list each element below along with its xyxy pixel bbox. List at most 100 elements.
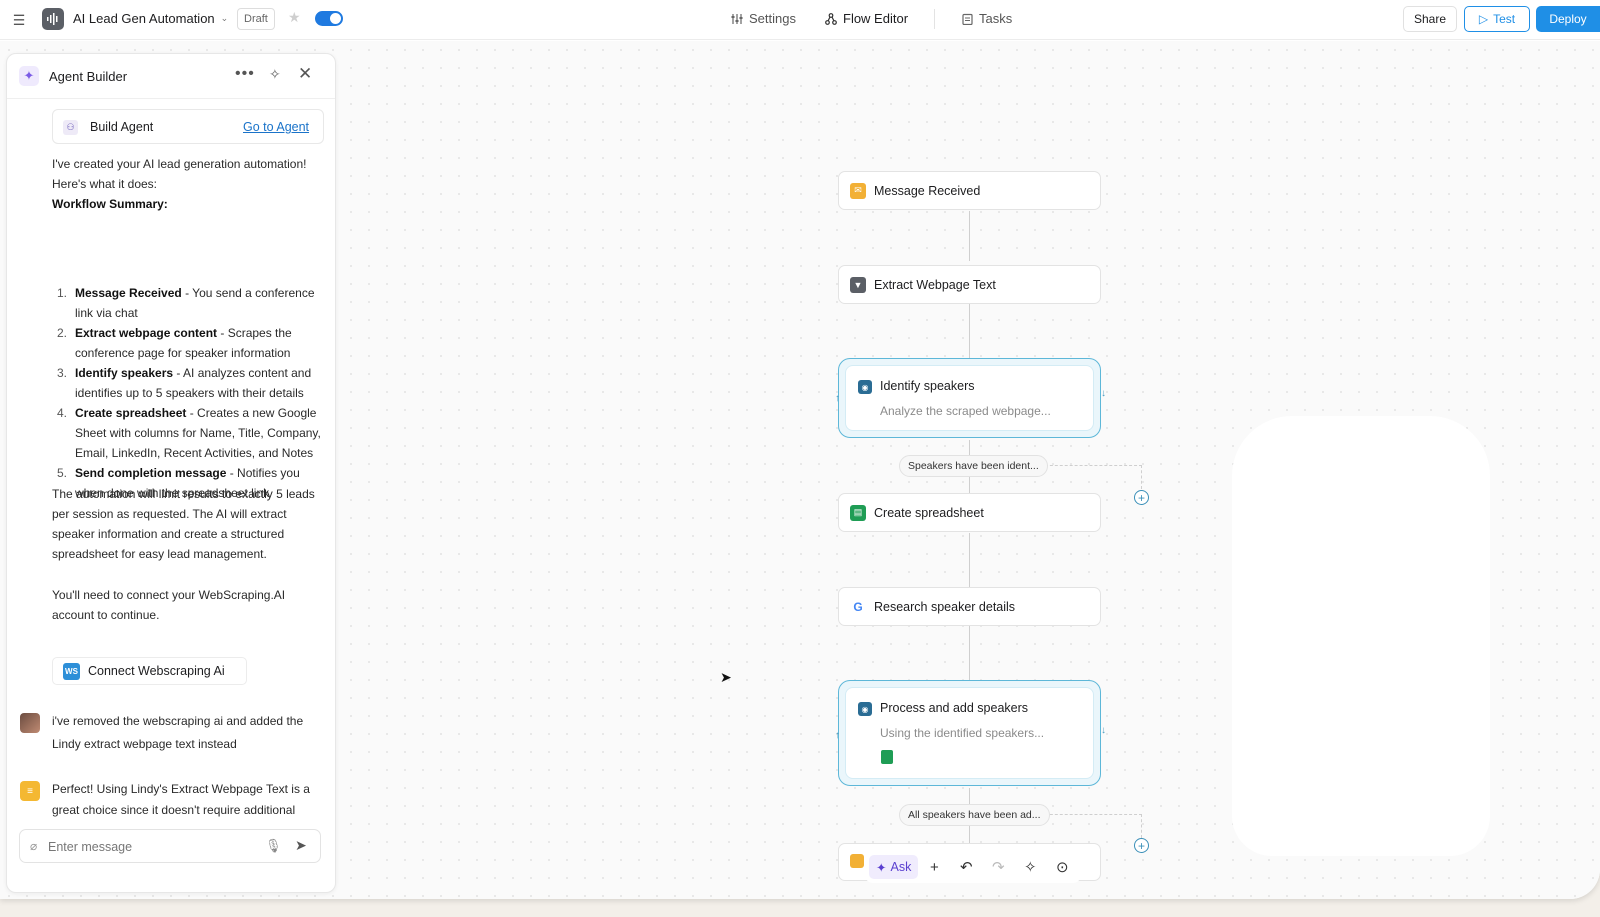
node-label: Process and add speakers xyxy=(880,701,1029,715)
webscraping-logo-icon: WS xyxy=(63,662,80,680)
node-create-spreadsheet[interactable]: ▤ Create spreadsheet xyxy=(838,493,1101,532)
deploy-button[interactable]: Deploy xyxy=(1536,6,1600,32)
message-input-bar: ⌀ 🎙 ➤ xyxy=(19,829,321,863)
google-icon: G xyxy=(850,598,866,615)
assistant-message: Perfect! Using Lindy's Extract Webpage T… xyxy=(52,782,310,817)
go-to-agent-link[interactable]: Go to Agent xyxy=(243,120,309,134)
connect-button-label: Connect Webscraping Ai xyxy=(88,664,225,678)
more-options-icon[interactable]: ••• xyxy=(235,65,255,83)
node-label: Message Received xyxy=(874,183,981,198)
chat-trigger-icon: ✉ xyxy=(850,182,866,199)
list-item: 4. Create spreadsheet - Creates a new Goo… xyxy=(57,406,321,460)
app-title-dropdown[interactable]: AI Lead Gen Automation ⌄ xyxy=(73,11,228,26)
share-button[interactable]: Share xyxy=(1403,6,1458,32)
closing-paragraph: The automation will limit results to exa… xyxy=(52,487,315,561)
node-label: Create spreadsheet xyxy=(874,505,984,520)
star-icon[interactable]: ★ xyxy=(288,9,301,26)
condition-pill[interactable]: Speakers have been ident... xyxy=(899,455,1048,477)
test-button-label: Test xyxy=(1493,12,1516,26)
user-avatar xyxy=(20,713,40,733)
auto-layout-icon[interactable]: ✧ xyxy=(1014,855,1046,879)
ai-agent-icon: ◉ xyxy=(858,702,872,716)
ask-button[interactable]: ✦ Ask xyxy=(869,855,919,879)
loop-arrow-up-icon: ↑ xyxy=(835,730,840,741)
node-identify-speakers[interactable]: ◉ Identify speakers Analyze the scraped … xyxy=(838,358,1101,438)
clear-chat-icon[interactable]: ✧ xyxy=(269,66,281,83)
intro-line: Here's what it does: xyxy=(52,177,158,191)
branch-connector xyxy=(1035,814,1142,838)
list-item: 2. Extract webpage content - Scrapes the … xyxy=(57,326,292,360)
connect-note: You'll need to connect your WebScraping.… xyxy=(52,588,286,622)
agent-icon: ⚇ xyxy=(63,120,78,135)
condition-pill[interactable]: All speakers have been ad... xyxy=(899,804,1050,826)
message-input[interactable] xyxy=(48,837,248,857)
webpage-icon: ▼ xyxy=(850,276,866,293)
blank-overlay xyxy=(1232,416,1490,856)
user-message: i've removed the webscraping ai and adde… xyxy=(52,714,304,751)
sparkle-icon: ✦ xyxy=(876,860,887,875)
paperclip-icon[interactable]: ⌀ xyxy=(30,839,37,853)
sparkle-icon: ✦ xyxy=(19,66,39,86)
node-process-and-add-speakers[interactable]: ◉ Process and add speakers Using the ide… xyxy=(838,680,1101,786)
list-item: 1. Message Received - You send a conferen… xyxy=(57,286,315,320)
branch-connector xyxy=(1035,465,1142,489)
summary-heading: Workflow Summary: xyxy=(52,197,168,211)
tab-settings-label: Settings xyxy=(749,11,796,26)
fit-view-icon[interactable]: ⊙ xyxy=(1046,855,1078,879)
hamburger-menu-icon[interactable]: ☰ xyxy=(9,10,29,30)
connect-webscraping-button[interactable]: WS Connect Webscraping Ai xyxy=(52,657,247,685)
flow-icon xyxy=(825,12,837,25)
node-research-speaker-details[interactable]: G Research speaker details xyxy=(838,587,1101,626)
tab-flow-editor-label: Flow Editor xyxy=(843,11,909,26)
connector-line xyxy=(969,533,970,587)
agent-builder-panel: ✦ Agent Builder ••• ✧ ✕ ⚇ Build Agent Go… xyxy=(6,53,336,893)
close-icon[interactable]: ✕ xyxy=(298,64,312,84)
connector-line xyxy=(969,304,970,358)
app-title: AI Lead Gen Automation xyxy=(73,11,215,26)
connector-line xyxy=(969,211,970,261)
clipboard-icon xyxy=(962,13,973,25)
loop-arrow-up-icon: ↑ xyxy=(835,393,840,404)
connector-line xyxy=(969,626,970,680)
undo-icon[interactable]: ↶ xyxy=(950,855,982,879)
mouse-cursor-icon: ➤ xyxy=(720,669,732,685)
tab-settings[interactable]: Settings xyxy=(731,11,796,26)
google-sheets-icon: ▤ xyxy=(850,504,866,521)
tab-tasks-label: Tasks xyxy=(979,11,1013,26)
assistant-message-intro: I've created your AI lead generation aut… xyxy=(52,154,324,214)
microphone-icon[interactable]: 🎙 xyxy=(265,838,282,854)
active-toggle[interactable] xyxy=(315,11,343,26)
add-icon[interactable]: + xyxy=(918,855,950,879)
canvas-toolbar: ✦ Ask + ↶ ↷ ✧ ⊙ xyxy=(865,851,1081,883)
add-branch-icon[interactable]: + xyxy=(1134,838,1149,853)
workflow-steps-list: 1. Message Received - You send a conferen… xyxy=(52,283,327,503)
nav-divider xyxy=(934,9,935,29)
play-icon: ▷ xyxy=(1478,12,1489,26)
chevron-down-icon: ⌄ xyxy=(220,13,229,23)
tab-flow-editor[interactable]: Flow Editor xyxy=(825,11,908,26)
build-agent-card: ⚇ Build Agent Go to Agent xyxy=(52,109,324,144)
panel-header: ✦ Agent Builder ••• ✧ ✕ xyxy=(7,54,335,99)
app-window: ☰ AI Lead Gen Automation ⌄ Draft ★ Setti… xyxy=(0,0,1600,899)
add-branch-icon[interactable]: + xyxy=(1134,490,1149,505)
intro-line: I've created your AI lead generation aut… xyxy=(52,157,307,171)
send-icon[interactable]: ➤ xyxy=(295,837,307,854)
chat-icon xyxy=(850,854,864,868)
build-agent-label: Build Agent xyxy=(90,120,154,134)
redo-icon[interactable]: ↷ xyxy=(982,855,1014,879)
tab-tasks[interactable]: Tasks xyxy=(962,11,1012,26)
list-item: 3. Identify speakers - AI analyzes conten… xyxy=(57,366,312,400)
node-subtitle: Using the identified speakers... xyxy=(880,726,1045,740)
test-button[interactable]: ▷ Test xyxy=(1464,6,1530,32)
node-label: Research speaker details xyxy=(874,599,1016,614)
node-message-received[interactable]: ✉ Message Received xyxy=(838,171,1101,210)
sliders-icon xyxy=(731,13,743,24)
node-extract-webpage-text[interactable]: ▼ Extract Webpage Text xyxy=(838,265,1101,304)
ask-button-label: Ask xyxy=(890,860,912,874)
node-label: Extract Webpage Text xyxy=(874,277,996,292)
loop-arrow-down-icon: ↓ xyxy=(1101,725,1106,736)
panel-title: Agent Builder xyxy=(49,69,128,84)
node-subtitle: Analyze the scraped webpage... xyxy=(880,404,1051,418)
node-label: Identify speakers xyxy=(880,379,975,393)
draft-badge: Draft xyxy=(237,8,275,30)
